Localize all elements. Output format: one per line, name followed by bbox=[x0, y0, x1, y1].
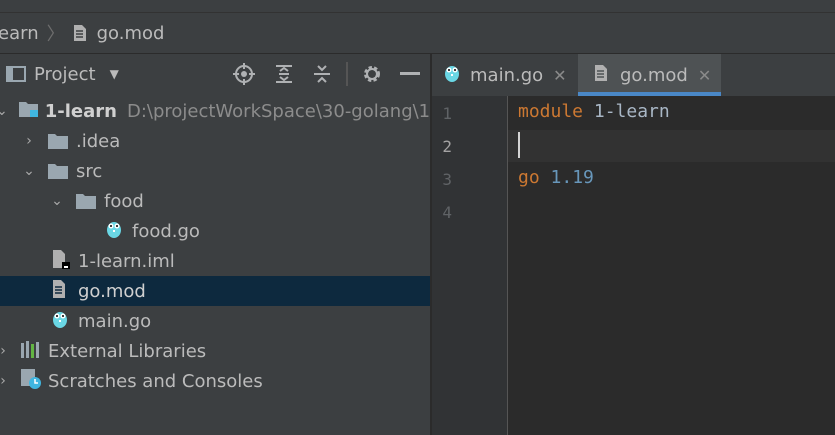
tab-go-mod[interactable]: go.mod ✕ bbox=[578, 54, 721, 96]
tree-item-label: food.go bbox=[132, 220, 200, 242]
tree-item-label: 1-learn bbox=[44, 100, 117, 122]
toolbar-separator bbox=[346, 62, 348, 86]
project-tree: ⌄ 1-learn D:\projectWorkSpace\30-golang\… bbox=[0, 94, 437, 435]
keyword: go bbox=[518, 167, 540, 188]
tree-item-idea[interactable]: › .idea bbox=[0, 126, 430, 156]
tab-label: main.go bbox=[470, 64, 544, 86]
line-number: 3 bbox=[442, 170, 452, 189]
folder-icon bbox=[48, 163, 68, 179]
close-icon[interactable]: ✕ bbox=[698, 66, 711, 85]
chevron-down-icon[interactable]: ⌄ bbox=[22, 163, 36, 179]
line-number-gutter: 1 2 3 4 bbox=[432, 96, 507, 435]
tree-item-1-learn[interactable]: ⌄ 1-learn D:\projectWorkSpace\30-golang\… bbox=[0, 96, 437, 126]
project-panel-title[interactable]: Project bbox=[34, 64, 96, 85]
tree-item-label: go.mod bbox=[78, 280, 146, 302]
chevron-right-icon[interactable]: › bbox=[0, 373, 10, 389]
breadcrumb-file[interactable]: go.mod bbox=[97, 23, 165, 44]
tab-main-go[interactable]: main.go ✕ bbox=[444, 54, 567, 96]
tree-item-food[interactable]: ⌄ food bbox=[0, 186, 430, 216]
chevron-down-icon[interactable]: ⌄ bbox=[0, 103, 8, 119]
folder-icon bbox=[76, 193, 96, 209]
tree-item-label: .idea bbox=[76, 130, 121, 152]
title-bar bbox=[0, 0, 835, 13]
line-number: 4 bbox=[442, 203, 452, 222]
breadcrumb: earn 〉 go.mod bbox=[0, 13, 835, 54]
locate-icon[interactable] bbox=[232, 54, 256, 94]
tree-item-main-go[interactable]: main.go bbox=[0, 306, 430, 336]
version-number: 1.19 bbox=[550, 167, 594, 188]
scratches-icon bbox=[20, 368, 42, 395]
tab-label: go.mod bbox=[620, 64, 688, 86]
tree-item-label: 1-learn.iml bbox=[78, 250, 175, 272]
tree-item-iml[interactable]: 1-learn.iml bbox=[0, 246, 430, 276]
tree-item-label: food bbox=[104, 190, 144, 212]
identifier: 1-learn bbox=[593, 101, 670, 122]
code-line-1: module 1-learn bbox=[518, 101, 670, 122]
file-icon bbox=[73, 24, 87, 42]
chevron-right-icon[interactable]: › bbox=[0, 343, 10, 359]
project-path: D:\projectWorkSpace\30-golang\1- bbox=[126, 100, 437, 122]
tree-item-go-mod[interactable]: go.mod bbox=[0, 276, 430, 306]
code-line-3: go 1.19 bbox=[518, 167, 594, 188]
close-icon[interactable]: ✕ bbox=[553, 66, 566, 85]
keyword: module bbox=[518, 101, 584, 122]
code-editor[interactable]: 1 2 3 4 module 1-learn go 1.19 bbox=[432, 96, 835, 435]
text-caret bbox=[518, 132, 520, 158]
hide-icon[interactable] bbox=[400, 54, 420, 94]
tree-item-label: main.go bbox=[78, 310, 152, 332]
folder-icon bbox=[48, 133, 68, 149]
iml-file-icon bbox=[52, 249, 70, 274]
project-window-icon bbox=[6, 65, 26, 83]
tree-item-label: src bbox=[76, 160, 103, 182]
file-icon bbox=[594, 64, 608, 87]
project-panel-header: Project ▼ bbox=[0, 54, 430, 94]
tree-item-food-go[interactable]: food.go bbox=[0, 216, 430, 246]
chevron-right-icon: 〉 bbox=[46, 24, 65, 45]
tree-item-scratches[interactable]: › Scratches and Consoles bbox=[0, 366, 430, 396]
gopher-icon bbox=[106, 219, 122, 244]
chevron-down-icon[interactable]: ⌄ bbox=[50, 193, 64, 209]
line-number: 2 bbox=[442, 137, 452, 156]
gopher-icon bbox=[52, 309, 68, 334]
tree-item-external-libraries[interactable]: › External Libraries bbox=[0, 336, 430, 366]
gopher-icon bbox=[444, 63, 460, 88]
gear-icon[interactable] bbox=[360, 54, 384, 94]
tree-item-src[interactable]: ⌄ src bbox=[0, 156, 430, 186]
breadcrumb-project[interactable]: earn bbox=[0, 23, 39, 44]
current-line-highlight bbox=[508, 130, 835, 162]
chevron-right-icon[interactable]: › bbox=[22, 133, 36, 149]
collapse-all-icon[interactable] bbox=[310, 54, 334, 94]
line-number: 1 bbox=[442, 104, 452, 123]
editor-tabs: main.go ✕ go.mod ✕ bbox=[432, 54, 835, 96]
expand-all-icon[interactable] bbox=[272, 54, 296, 94]
chevron-down-icon[interactable]: ▼ bbox=[110, 67, 119, 81]
library-icon bbox=[20, 340, 42, 363]
module-folder-icon bbox=[18, 99, 40, 124]
tree-item-label: External Libraries bbox=[48, 340, 207, 362]
tree-item-label: Scratches and Consoles bbox=[48, 370, 263, 392]
file-icon bbox=[52, 279, 66, 304]
